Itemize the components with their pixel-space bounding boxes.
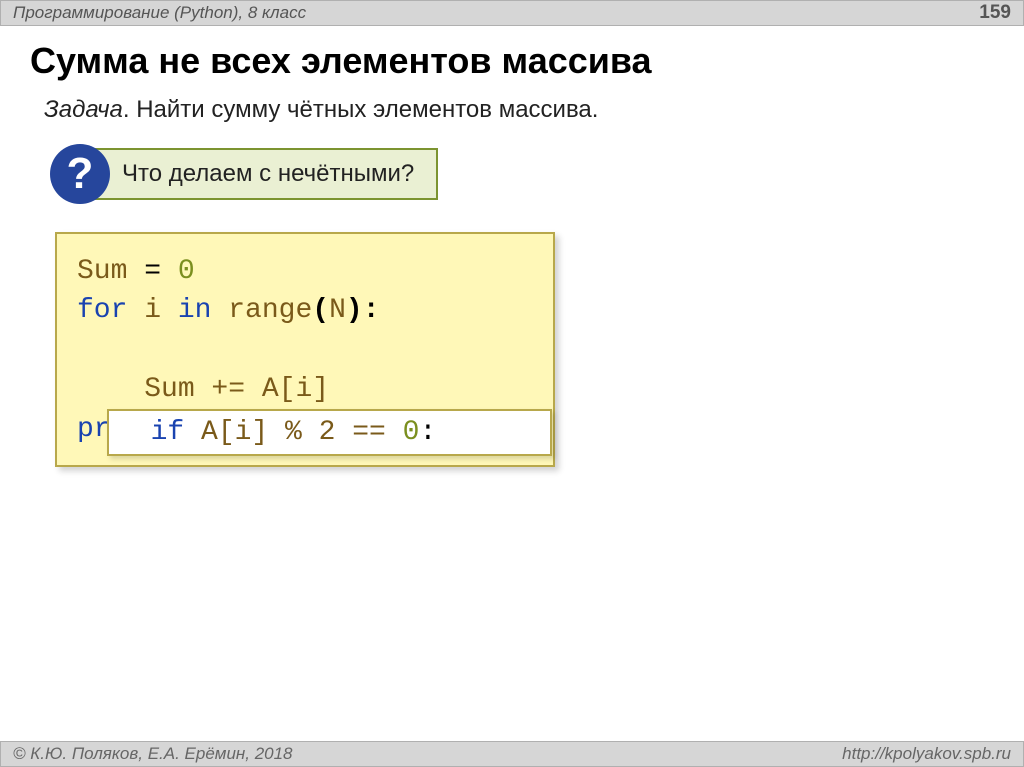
task-text: . Найти сумму чётных элементов массива. — [123, 96, 599, 123]
code-line-3-wrap: if A[i] % 2 == 0: — [77, 330, 533, 370]
question-mark-icon: ? — [50, 144, 110, 204]
code-line-2: for i in range(N): — [77, 291, 533, 330]
copyright: © К.Ю. Поляков, Е.А. Ерёмин, 2018 — [13, 744, 293, 764]
question-text: Что делаем с нечётными? — [90, 148, 438, 200]
code-block: Sum = 0 for i in range(N): if A[i] % 2 =… — [55, 232, 555, 467]
highlighted-condition: if A[i] % 2 == 0: — [107, 409, 552, 456]
course-label: Программирование (Python), 8 класс — [13, 3, 306, 23]
task-line: Задача. Найти сумму чётных элементов мас… — [0, 92, 1024, 144]
footer-bar: © К.Ю. Поляков, Е.А. Ерёмин, 2018 http:/… — [0, 741, 1024, 767]
page-number: 159 — [979, 2, 1011, 24]
task-label: Задача — [44, 96, 123, 123]
question-callout: ? Что делаем с нечётными? — [50, 144, 1024, 204]
code-line-4: Sum += A[i] — [77, 370, 533, 409]
code-line-1: Sum = 0 — [77, 252, 533, 291]
footer-url: http://kpolyakov.spb.ru — [842, 744, 1011, 764]
slide-title: Сумма не всех элементов массива — [0, 26, 1024, 92]
header-bar: Программирование (Python), 8 класс 159 — [0, 0, 1024, 26]
